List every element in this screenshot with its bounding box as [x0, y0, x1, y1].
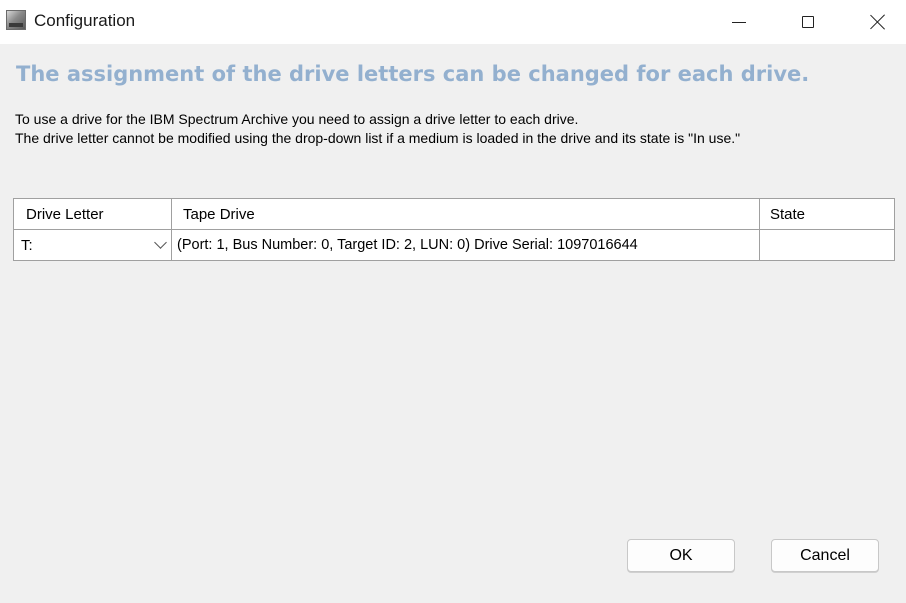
grid-header: Drive Letter Tape Drive State [14, 199, 894, 229]
description-line-1: To use a drive for the IBM Spectrum Arch… [15, 111, 579, 127]
drive-letter-value: T: [21, 236, 33, 254]
drive-letter-select[interactable]: T: [14, 230, 172, 260]
close-button[interactable] [843, 0, 906, 44]
tape-drive-cell[interactable]: (Port: 1, Bus Number: 0, Target ID: 2, L… [172, 230, 760, 260]
column-header-drive-letter[interactable]: Drive Letter [14, 199, 172, 229]
window-title: Configuration [34, 11, 136, 30]
ok-button[interactable]: OK [627, 539, 735, 572]
cancel-button[interactable]: Cancel [771, 539, 879, 572]
minimize-button[interactable] [704, 0, 774, 44]
column-header-tape-drive[interactable]: Tape Drive [172, 199, 760, 229]
maximize-icon [802, 16, 814, 28]
state-cell[interactable] [760, 230, 894, 260]
close-icon [870, 14, 886, 30]
drive-grid: Drive Letter Tape Drive State T: (Port: … [13, 198, 895, 261]
chevron-down-icon[interactable] [154, 236, 167, 249]
maximize-button[interactable] [773, 0, 843, 44]
column-header-state[interactable]: State [760, 199, 894, 229]
tape-library-icon [6, 10, 26, 30]
title-bar[interactable]: Configuration [0, 0, 906, 44]
description-line-2: The drive letter cannot be modified usin… [15, 130, 741, 146]
description: To use a drive for the IBM Spectrum Arch… [15, 110, 740, 148]
page-heading: The assignment of the drive letters can … [16, 62, 810, 86]
minimize-icon [732, 21, 746, 23]
table-row[interactable]: T: (Port: 1, Bus Number: 0, Target ID: 2… [14, 229, 894, 260]
